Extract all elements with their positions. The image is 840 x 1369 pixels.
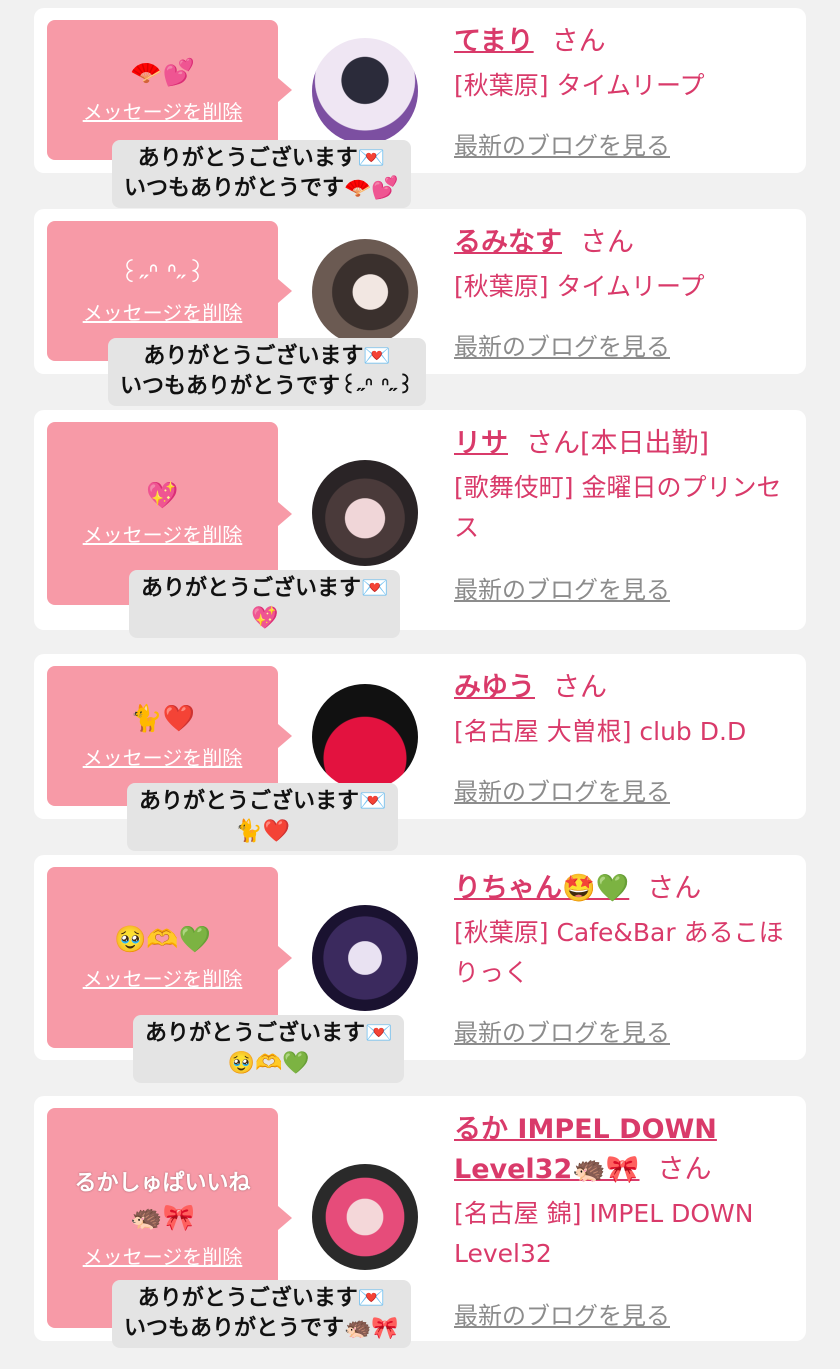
avatar[interactable] [312,905,418,1011]
shop-name: [秋葉原] タイムリープ [454,71,705,100]
reply-line: 🥹🫶💚 [227,1051,310,1076]
delete-message-link[interactable]: メッセージを削除 [83,1241,243,1270]
avatar[interactable] [312,460,418,566]
delete-message-link[interactable]: メッセージを削除 [83,297,243,326]
cast-name-link[interactable]: るみなす [454,227,562,258]
latest-blog-link[interactable]: 最新のブログを見る [454,126,670,161]
reply-line: ありがとうございます💌 [145,1021,393,1046]
attendance-status: [本日出勤] [580,428,710,459]
shop-name: [名古屋 錦] IMPEL DOWN Level32 [454,1199,754,1268]
avatar[interactable] [312,239,418,345]
reply-line: いつもありがとうです꒰˶ᐢ ᐢ˶꒱ [120,374,415,399]
delete-message-link[interactable]: メッセージを削除 [83,963,243,992]
message-text: るかしゅぱいいね [74,1170,251,1196]
reply-line: 💖 [251,606,279,631]
shop-name: [秋葉原] タイムリープ [454,272,705,301]
latest-blog-link[interactable]: 最新のブログを見る [454,772,670,807]
message-emoji: 🦔🎀 [130,1202,195,1233]
cast-name-link[interactable]: みゆう [454,672,535,703]
reply-bubble: ありがとうございます💌 💖 [129,570,401,638]
reply-bubble: ありがとうございます💌 🥹🫶💚 [133,1015,405,1083]
message-emoji: 🐈❤️ [130,703,195,734]
delete-message-link[interactable]: メッセージを削除 [83,519,243,548]
message-emoji: 💖 [146,481,179,511]
reply-bubble: ありがとうございます💌 いつもありがとうです꒰˶ᐢ ᐢ˶꒱ [108,338,427,406]
latest-blog-link[interactable]: 最新のブログを見る [454,327,670,362]
shop-name: [名古屋 大曽根] club D.D [454,717,747,746]
cast-info: みゆう さん [名古屋 大曽根] club D.D [454,668,794,752]
message-bubble: 🪭💕 メッセージを削除 [47,20,292,160]
reply-line: ありがとうございます💌 [139,789,387,814]
reply-line: 🐈❤️ [235,819,291,844]
cast-info: るか IMPEL DOWN Level32🦔🎀 さん [名古屋 錦] IMPEL … [454,1110,794,1274]
avatar[interactable] [312,1164,418,1270]
avatar[interactable] [312,684,418,790]
avatar[interactable] [312,38,418,144]
message-emoji: ꒰˶ᐢ ᐢ˶꒱ [119,258,206,289]
reply-bubble: ありがとうございます💌 いつもありがとうです🪭💕 [112,140,411,208]
reply-line: いつもありがとうです🪭💕 [124,176,399,201]
honorific: さん [647,873,702,904]
honorific: さん [553,672,607,703]
cast-info: てまり さん [秋葉原] タイムリープ [454,22,794,106]
delete-message-link[interactable]: メッセージを削除 [83,742,243,771]
reply-line: ありがとうございます💌 [143,344,391,369]
cast-info: リサ さん[本日出勤] [歌舞伎町] 金曜日のプリンセス [454,424,794,548]
latest-blog-link[interactable]: 最新のブログを見る [454,1296,670,1331]
message-emoji: 🥹🫶💚 [113,925,212,955]
shop-name: [歌舞伎町] 金曜日のプリンセス [454,473,782,542]
latest-blog-link[interactable]: 最新のブログを見る [454,1013,670,1048]
honorific: さん [551,26,606,57]
cast-name-link[interactable]: リサ [454,428,508,459]
honorific: さん [580,227,634,258]
latest-blog-link[interactable]: 最新のブログを見る [454,570,670,605]
shop-name: [秋葉原] Cafe&Bar あるこほりっく [454,918,784,987]
reply-line: ありがとうございます💌 [137,146,386,171]
reply-line: ありがとうございます💌 [141,576,389,601]
honorific: さん [657,1154,712,1185]
reply-bubble: ありがとうございます💌 いつもありがとうです🦔🎀 [112,1280,411,1348]
cast-info: りちゃん🤩💚 さん [秋葉原] Cafe&Bar あるこほりっく [454,869,794,993]
delete-message-link[interactable]: メッセージを削除 [83,96,243,125]
honorific: さん [526,428,580,459]
message-emoji: 🪭💕 [130,57,195,88]
reply-bubble: ありがとうございます💌 🐈❤️ [127,783,399,851]
reply-line: ありがとうございます💌 [137,1286,386,1311]
cast-info: るみなす さん [秋葉原] タイムリープ [454,223,794,307]
cast-name-link[interactable]: てまり [454,26,534,57]
cast-name-link[interactable]: りちゃん🤩💚 [454,873,629,904]
reply-line: いつもありがとうです🦔🎀 [124,1316,399,1341]
